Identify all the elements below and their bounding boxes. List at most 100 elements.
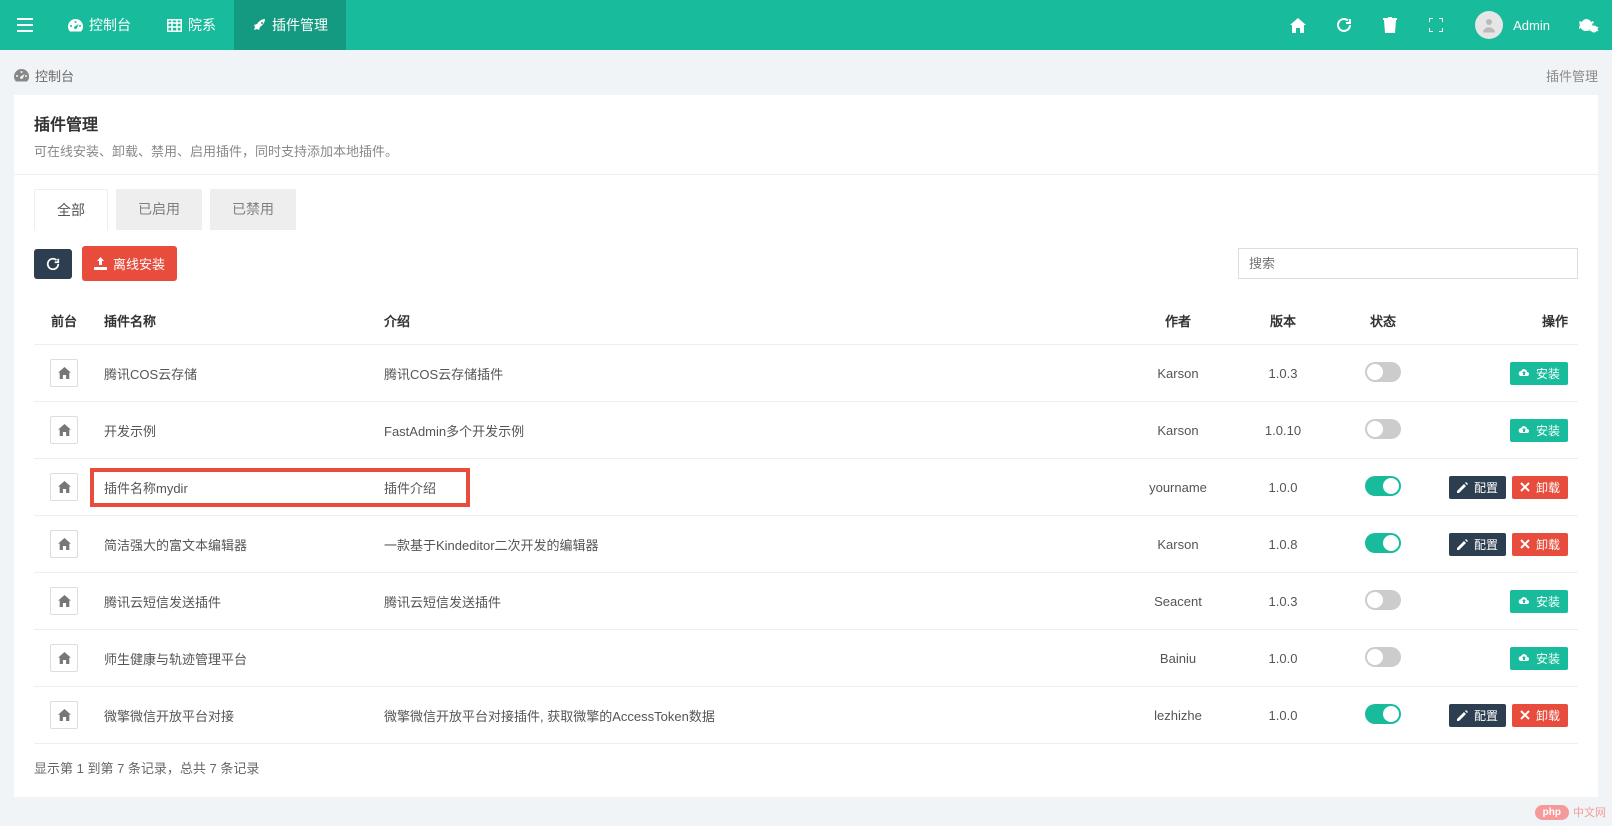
nav-tab-2[interactable]: 插件管理 — [234, 0, 346, 50]
front-home-button[interactable] — [50, 359, 78, 387]
plugin-table: 前台 插件名称 介绍 作者 版本 状态 操作 腾讯COS云存储腾讯COS云存储插… — [34, 297, 1578, 744]
page-subtitle: 可在线安装、卸载、禁用、启用插件，同时支持添加本地插件。 — [34, 141, 1578, 160]
front-home-button[interactable] — [50, 416, 78, 444]
content-tab-1[interactable]: 已启用 — [116, 189, 202, 230]
nav-tab-label: 院系 — [188, 15, 216, 35]
cell-author: Karson — [1118, 345, 1238, 402]
user-menu[interactable]: Admin — [1459, 0, 1566, 50]
cell-name: 插件名称mydir — [94, 459, 374, 516]
install-button[interactable]: 安装 — [1510, 590, 1568, 613]
install-button[interactable]: 安装 — [1510, 419, 1568, 442]
breadcrumb-left: 控制台 — [35, 66, 74, 85]
refresh-table-button[interactable] — [34, 249, 72, 279]
state-toggle[interactable] — [1365, 704, 1401, 724]
table-row: 插件名称mydir插件介绍yourname1.0.0 配置 卸载 — [34, 459, 1578, 516]
cell-version: 1.0.10 — [1238, 402, 1328, 459]
cell-desc: 一款基于Kindeditor二次开发的编辑器 — [374, 516, 1118, 573]
cell-version: 1.0.3 — [1238, 573, 1328, 630]
cell-version: 1.0.8 — [1238, 516, 1328, 573]
th-name: 插件名称 — [94, 297, 374, 345]
th-front: 前台 — [34, 297, 94, 345]
state-toggle[interactable] — [1365, 647, 1401, 667]
state-toggle[interactable] — [1365, 590, 1401, 610]
main-panel: 插件管理 可在线安装、卸载、禁用、启用插件，同时支持添加本地插件。 全部已启用已… — [14, 95, 1598, 797]
cell-desc — [374, 630, 1118, 687]
settings-button[interactable] — [1566, 0, 1612, 50]
table-row: 开发示例FastAdmin多个开发示例Karson1.0.10 安装 — [34, 402, 1578, 459]
table-row: 腾讯云短信发送插件腾讯云短信发送插件Seacent1.0.3 安装 — [34, 573, 1578, 630]
cell-author: lezhizhe — [1118, 687, 1238, 744]
refresh-icon — [46, 257, 60, 271]
table-row: 简洁强大的富文本编辑器一款基于Kindeditor二次开发的编辑器Karson1… — [34, 516, 1578, 573]
watermark: php 中文网 — [1535, 804, 1606, 820]
nav-tab-label: 控制台 — [89, 15, 131, 35]
cell-version: 1.0.0 — [1238, 459, 1328, 516]
refresh-icon — [1336, 17, 1352, 33]
watermark-badge: php — [1535, 805, 1569, 820]
uninstall-button[interactable]: 卸载 — [1512, 533, 1568, 556]
content-tabs: 全部已启用已禁用 — [14, 175, 1598, 230]
topbar: 控制台 院系插件管理 Admin — [0, 0, 1612, 50]
home-button[interactable] — [1275, 0, 1321, 50]
state-toggle[interactable] — [1365, 362, 1401, 382]
user-name: Admin — [1513, 18, 1550, 33]
cell-name: 师生健康与轨迹管理平台 — [94, 630, 374, 687]
breadcrumb: 控制台 插件管理 — [0, 50, 1612, 95]
cell-name: 腾讯云短信发送插件 — [94, 573, 374, 630]
front-home-button[interactable] — [50, 587, 78, 615]
gears-icon — [1579, 17, 1599, 33]
cell-name: 腾讯COS云存储 — [94, 345, 374, 402]
front-home-button[interactable] — [50, 701, 78, 729]
front-home-button[interactable] — [50, 644, 78, 672]
cell-desc: 腾讯云短信发送插件 — [374, 573, 1118, 630]
state-toggle[interactable] — [1365, 533, 1401, 553]
cell-author: Seacent — [1118, 573, 1238, 630]
config-button[interactable]: 配置 — [1449, 533, 1506, 556]
state-toggle[interactable] — [1365, 419, 1401, 439]
install-button[interactable]: 安装 — [1510, 647, 1568, 670]
cell-name: 微擎微信开放平台对接 — [94, 687, 374, 744]
state-toggle[interactable] — [1365, 476, 1401, 496]
menu-toggle-button[interactable] — [0, 0, 50, 50]
th-version: 版本 — [1238, 297, 1328, 345]
front-home-button[interactable] — [50, 473, 78, 501]
install-button[interactable]: 安装 — [1510, 362, 1568, 385]
uninstall-button[interactable]: 卸载 — [1512, 476, 1568, 499]
dashboard-icon — [68, 19, 83, 32]
fullscreen-button[interactable] — [1413, 0, 1459, 50]
th-author: 作者 — [1118, 297, 1238, 345]
avatar — [1475, 11, 1503, 39]
dashboard-icon — [14, 69, 29, 82]
cell-version: 1.0.0 — [1238, 630, 1328, 687]
cell-desc: 微擎微信开放平台对接插件, 获取微擎的AccessToken数据 — [374, 687, 1118, 744]
refresh-button[interactable] — [1321, 0, 1367, 50]
cell-author: Karson — [1118, 516, 1238, 573]
config-button[interactable]: 配置 — [1449, 476, 1506, 499]
front-home-button[interactable] — [50, 530, 78, 558]
page-title: 插件管理 — [34, 111, 1578, 135]
th-state: 状态 — [1328, 297, 1438, 345]
table-row: 微擎微信开放平台对接微擎微信开放平台对接插件, 获取微擎的AccessToken… — [34, 687, 1578, 744]
cell-version: 1.0.0 — [1238, 687, 1328, 744]
config-button[interactable]: 配置 — [1449, 704, 1506, 727]
trash-icon — [1383, 17, 1397, 33]
nav-tab-0[interactable]: 控制台 — [50, 0, 149, 50]
trash-button[interactable] — [1367, 0, 1413, 50]
search-input[interactable] — [1238, 248, 1578, 279]
uninstall-button[interactable]: 卸载 — [1512, 704, 1568, 727]
table-row: 师生健康与轨迹管理平台Bainiu1.0.0 安装 — [34, 630, 1578, 687]
cell-author: yourname — [1118, 459, 1238, 516]
offline-install-button[interactable]: 离线安装 — [82, 246, 177, 281]
offline-install-label: 离线安装 — [113, 254, 165, 273]
nav-tab-1[interactable]: 院系 — [149, 0, 234, 50]
cell-desc: FastAdmin多个开发示例 — [374, 402, 1118, 459]
cell-name: 开发示例 — [94, 402, 374, 459]
table-row: 腾讯COS云存储腾讯COS云存储插件Karson1.0.3 安装 — [34, 345, 1578, 402]
th-desc: 介绍 — [374, 297, 1118, 345]
cell-name: 简洁强大的富文本编辑器 — [94, 516, 374, 573]
th-action: 操作 — [1438, 297, 1578, 345]
content-tab-2[interactable]: 已禁用 — [210, 189, 296, 230]
cell-desc: 插件介绍 — [374, 459, 1118, 516]
content-tab-0[interactable]: 全部 — [34, 189, 108, 231]
table-icon — [167, 19, 182, 32]
